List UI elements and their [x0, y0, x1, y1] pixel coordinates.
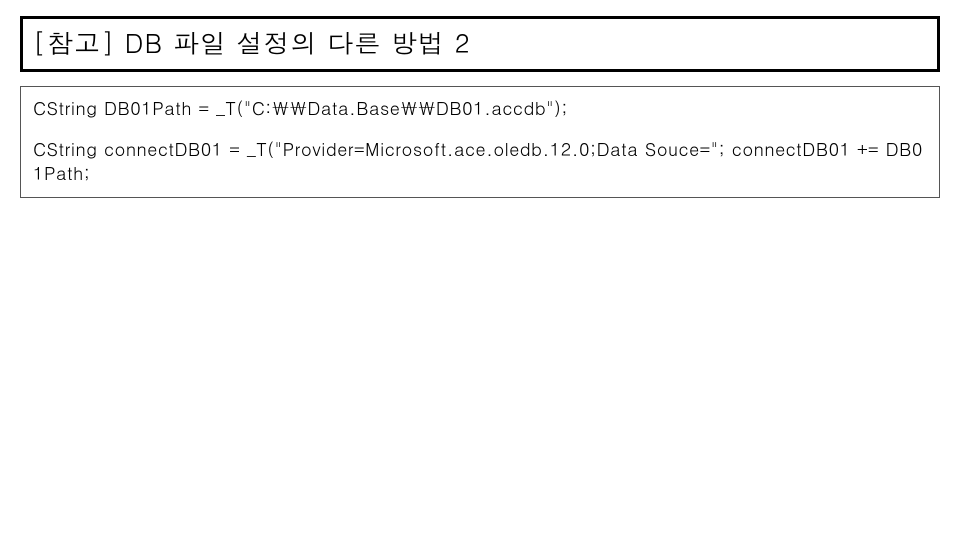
title-box: [참고] DB 파일 설정의 다른 방법 2: [20, 16, 940, 72]
document-page: [참고] DB 파일 설정의 다른 방법 2 CString DB01Path …: [0, 0, 960, 540]
code-line-1: CString DB01Path = _T("C:\\Data.Base\\DB…: [33, 97, 927, 120]
code-box: CString DB01Path = _T("C:\\Data.Base\\DB…: [20, 86, 940, 198]
title-text: [참고] DB 파일 설정의 다른 방법 2: [33, 25, 927, 61]
code-line-2: CString connectDB01 = _T("Provider=Micro…: [33, 138, 927, 185]
